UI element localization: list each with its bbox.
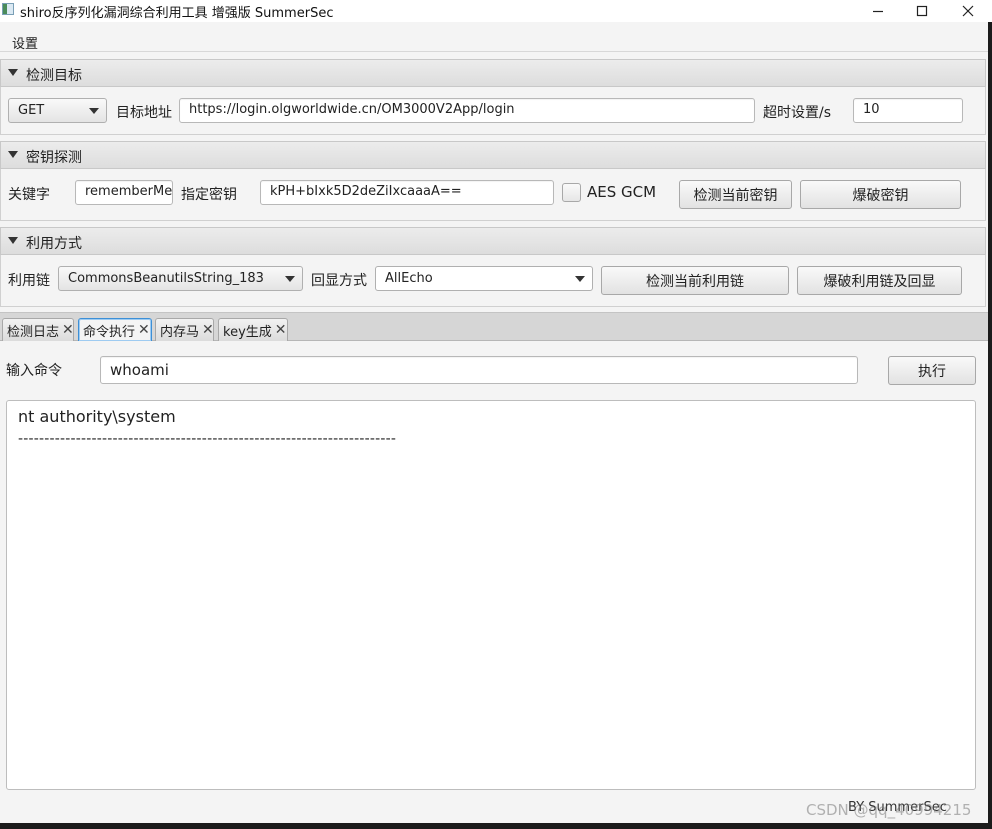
keyword-label: 关键字 xyxy=(8,187,50,203)
maximize-icon xyxy=(916,5,928,17)
close-icon[interactable]: ✕ xyxy=(202,322,214,338)
tab-label: key生成 xyxy=(223,324,272,340)
keyword-input[interactable]: rememberMe xyxy=(75,180,173,205)
command-output[interactable]: nt authority\system --------------------… xyxy=(6,400,976,790)
execute-button[interactable]: 执行 xyxy=(888,356,976,385)
collapse-triangle-icon xyxy=(8,237,18,244)
echo-label: 回显方式 xyxy=(311,273,367,289)
brute-key-button[interactable]: 爆破密钥 xyxy=(800,180,961,209)
collapse-triangle-icon xyxy=(8,69,18,76)
chevron-down-icon xyxy=(89,108,99,114)
method-value: GET xyxy=(18,103,45,118)
tab-label: 命令执行 xyxy=(83,324,136,340)
collapse-triangle-icon xyxy=(8,151,18,158)
brute-chain-button[interactable]: 爆破利用链及回显 xyxy=(797,266,962,295)
window-edge-right xyxy=(988,22,992,829)
exploit-pane-title: 利用方式 xyxy=(26,236,82,252)
timeout-label: 超时设置/s xyxy=(763,105,832,121)
key-pane-header[interactable]: 密钥探测 xyxy=(0,141,986,169)
chevron-down-icon xyxy=(575,276,585,282)
tab-detect-log[interactable]: 检测日志 ✕ xyxy=(2,318,74,341)
command-input-label: 输入命令 xyxy=(6,363,62,379)
tab-memshell[interactable]: 内存马 ✕ xyxy=(155,318,214,341)
menu-settings[interactable]: 设置 xyxy=(12,33,38,52)
method-select[interactable]: GET xyxy=(8,98,107,123)
tab-key-gen[interactable]: key生成 ✕ xyxy=(218,318,288,341)
target-pane-title: 检测目标 xyxy=(26,68,82,84)
check-key-button[interactable]: 检测当前密钥 xyxy=(679,180,792,209)
window-edge-bottom xyxy=(0,823,992,829)
aes-gcm-label: AES GCM xyxy=(587,183,657,201)
minimize-button[interactable] xyxy=(855,0,901,22)
chevron-down-icon xyxy=(285,276,295,282)
minimize-icon xyxy=(873,10,883,13)
target-pane-header[interactable]: 检测目标 xyxy=(0,59,986,87)
tab-command-exec[interactable]: 命令执行 ✕ xyxy=(78,318,152,341)
close-icon[interactable]: ✕ xyxy=(62,322,74,338)
menu-bar xyxy=(0,30,988,52)
chain-label: 利用链 xyxy=(8,273,50,289)
close-icon[interactable]: ✕ xyxy=(138,322,150,338)
tab-label: 内存马 xyxy=(160,324,200,340)
url-input[interactable]: https://login.olgworldwide.cn/OM3000V2Ap… xyxy=(179,98,755,123)
chain-value: CommonsBeanutilsString_183 xyxy=(68,271,264,286)
timeout-input[interactable]: 10 xyxy=(853,98,963,123)
aes-gcm-checkbox[interactable] xyxy=(562,183,581,202)
check-chain-button[interactable]: 检测当前利用链 xyxy=(601,266,789,295)
close-icon xyxy=(962,5,974,17)
key-pane-title: 密钥探测 xyxy=(26,150,82,166)
window-title: shiro反序列化漏洞综合利用工具 增强版 SummerSec xyxy=(20,6,334,21)
output-separator: ----------------------------------------… xyxy=(18,431,397,447)
maximize-button[interactable] xyxy=(899,0,945,22)
output-line: nt authority\system xyxy=(18,407,176,426)
exploit-pane-header[interactable]: 利用方式 xyxy=(0,227,986,255)
url-label: 目标地址 xyxy=(116,105,172,121)
echo-value: AllEcho xyxy=(385,271,433,286)
command-input[interactable]: whoami xyxy=(100,356,858,384)
close-icon[interactable]: ✕ xyxy=(275,322,287,338)
key-input[interactable]: kPH+bIxk5D2deZiIxcaaaA== xyxy=(260,180,554,205)
watermark: CSDN @qq_40994215 xyxy=(806,801,972,819)
tab-label: 检测日志 xyxy=(7,324,60,340)
key-label: 指定密钥 xyxy=(181,187,237,203)
close-window-button[interactable] xyxy=(945,0,991,22)
chain-select[interactable]: CommonsBeanutilsString_183 xyxy=(58,266,303,291)
app-icon xyxy=(2,3,14,15)
echo-select[interactable]: AllEcho xyxy=(375,266,593,291)
